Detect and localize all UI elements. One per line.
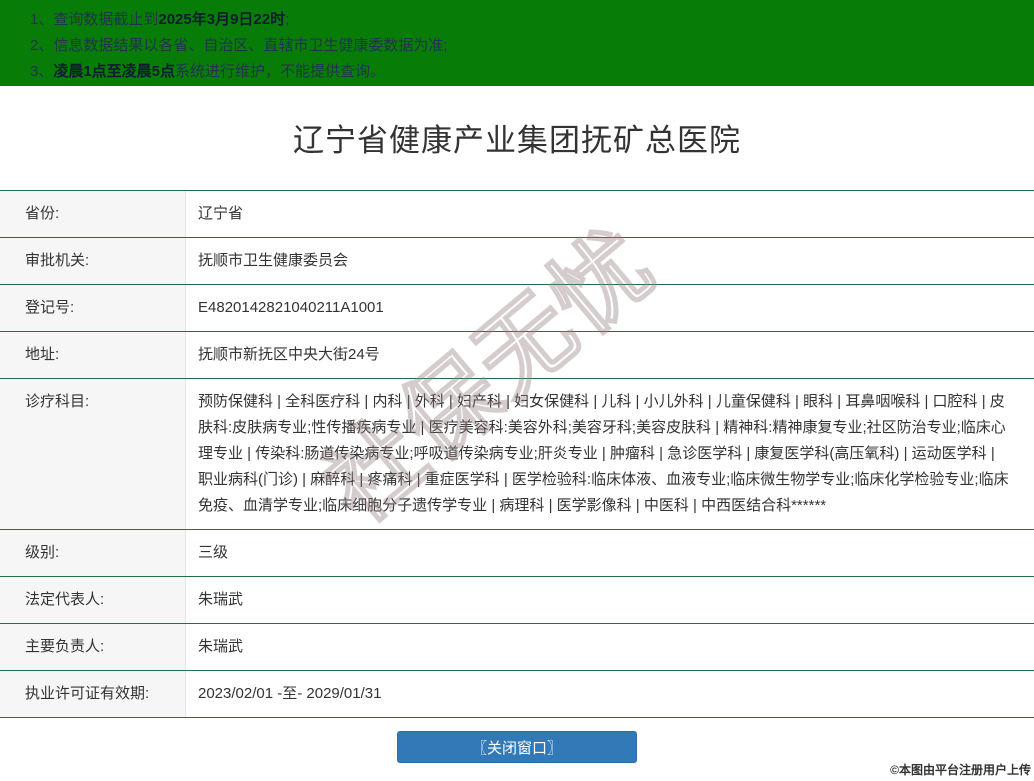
row-value: E4820142821040211A1001 [198,299,384,316]
row-value: 2023/02/01 -至- 2029/01/31 [198,685,382,702]
row-label: 省份: [0,191,186,237]
table-row-license-validity: 执业许可证有效期: 2023/02/01 -至- 2029/01/31 [0,671,1034,718]
row-label: 执业许可证有效期: [0,671,186,717]
notice-number: 2、 [30,37,54,54]
notice-line-1: 1、查询数据截止到2025年3月9日22时; [30,7,1024,33]
table-row-approval-authority: 审批机关: 抚顺市卫生健康委员会 [0,238,1034,285]
notice-line-2: 2、信息数据结果以各省、自治区、直辖市卫生健康委数据为准; [30,33,1024,59]
table-row-province: 省份: 辽宁省 [0,191,1034,238]
row-label: 登记号: [0,285,186,331]
notice-text: 查询数据截止到 [53,11,159,28]
table-row-person-in-charge: 主要负责人: 朱瑞武 [0,624,1034,671]
row-label: 地址: [0,332,186,378]
table-row-address: 地址: 抚顺市新抚区中央大街24号 [0,332,1034,379]
row-label: 审批机关: [0,238,186,284]
page-title: 辽宁省健康产业集团抚矿总医院 [293,123,741,158]
notice-number: 3、 [30,63,54,80]
notice-text: 信息数据结果以各省、自治区、直辖市卫生健康委数据为准; [53,37,448,54]
notice-line-3: 3、凌晨1点至凌晨5点系统进行维护，不能提供查询。 [30,59,1024,85]
notice-text: ; [285,11,290,28]
button-area: 〖关闭窗口〗 [0,731,1034,763]
notice-bar: 1、查询数据截止到2025年3月9日22时; 2、信息数据结果以各省、自治区、直… [0,0,1034,86]
hospital-info-table: 省份: 辽宁省 审批机关: 抚顺市卫生健康委员会 登记号: E482014282… [0,190,1034,718]
table-row-legal-representative: 法定代表人: 朱瑞武 [0,577,1034,624]
row-value: 朱瑞武 [198,591,244,608]
row-label: 诊疗科目: [0,379,186,529]
row-value: 预防保健科 | 全科医疗科 | 内科 | 外科 | 妇产科 | 妇女保健科 | … [198,393,1009,514]
row-value: 朱瑞武 [198,638,244,655]
table-row-level: 级别: 三级 [0,530,1034,577]
row-label: 法定代表人: [0,577,186,623]
notice-bold-text: 凌晨1点至凌晨5点 [53,63,176,80]
table-row-registration-number: 登记号: E4820142821040211A1001 [0,285,1034,332]
row-label: 主要负责人: [0,624,186,670]
notice-bold-text: 2025年3月9日22时 [158,11,286,28]
row-label: 级别: [0,530,186,576]
row-value: 抚顺市新抚区中央大街24号 [198,346,380,363]
row-value: 辽宁省 [198,205,244,222]
row-value: 三级 [198,544,229,561]
row-value: 抚顺市卫生健康委员会 [198,252,349,269]
table-row-medical-subjects: 诊疗科目: 预防保健科 | 全科医疗科 | 内科 | 外科 | 妇产科 | 妇女… [0,379,1034,530]
notice-number: 1、 [30,11,54,28]
notice-text: 系统进行维护，不能提供查询。 [175,63,386,80]
image-credit: ©本图由平台注册用户上传 [890,763,1031,777]
close-window-button[interactable]: 〖关闭窗口〗 [397,731,637,763]
